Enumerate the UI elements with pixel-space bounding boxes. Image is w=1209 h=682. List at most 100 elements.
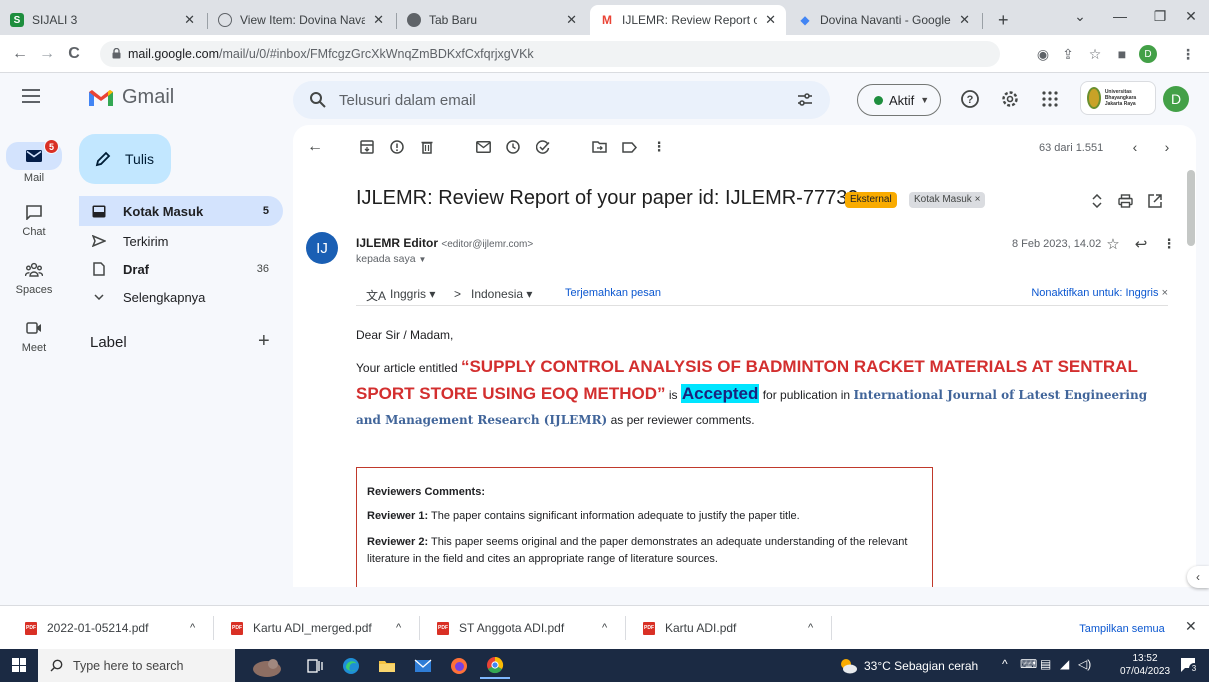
reload-icon[interactable]: C: [64, 44, 84, 64]
tab-ijlemr[interactable]: M IJLEMR: Review Report of yo ✕: [590, 5, 786, 35]
snooze-clock-icon[interactable]: [503, 137, 523, 157]
download-item[interactable]: PDF 2022-01-05214.pdf ^: [25, 614, 210, 642]
search-icon[interactable]: [309, 91, 327, 109]
gmail-logo[interactable]: Gmail: [88, 86, 174, 109]
firefox-icon[interactable]: [444, 653, 474, 679]
print-icon[interactable]: [1115, 191, 1135, 211]
nav-item-sent[interactable]: Terkirim: [79, 226, 283, 256]
minimize-icon[interactable]: —: [1100, 0, 1140, 32]
download-item[interactable]: PDF Kartu ADI.pdf ^: [643, 614, 828, 642]
message-more-icon[interactable]: ⋮: [1159, 234, 1179, 254]
nav-item-more[interactable]: Selengkapnya: [79, 282, 283, 312]
tab-sijali[interactable]: S SIJALI 3 ✕: [0, 5, 205, 35]
close-icon[interactable]: ×: [1162, 287, 1168, 299]
delete-icon[interactable]: [417, 137, 437, 157]
compose-button[interactable]: Tulis: [79, 134, 171, 184]
nav-item-inbox[interactable]: Kotak Masuk 5: [79, 196, 283, 226]
wifi-icon[interactable]: ◢: [1060, 657, 1069, 671]
chevron-up-icon[interactable]: ^: [190, 622, 195, 634]
browser-menu-icon[interactable]: ⋮: [1178, 44, 1198, 64]
show-hidden-icons-icon[interactable]: ^: [1002, 657, 1008, 671]
address-bar[interactable]: mail.google.com/mail/u/0/#inbox/FMfcgzGr…: [100, 41, 1000, 67]
tab-new-tab[interactable]: Tab Baru ✕: [397, 5, 587, 35]
download-item[interactable]: PDF ST Anggota ADI.pdf ^: [437, 614, 622, 642]
add-label-button[interactable]: +: [258, 330, 270, 353]
file-explorer-icon[interactable]: [372, 653, 402, 679]
main-menu-icon[interactable]: [22, 89, 40, 103]
add-to-tasks-icon[interactable]: [533, 137, 553, 157]
close-shelf-icon[interactable]: ✕: [1185, 618, 1197, 635]
tab-search-icon[interactable]: ⌄: [1060, 0, 1100, 32]
tab-google-scholar[interactable]: ◆ Dovina Navanti - Google Sch ✕: [788, 5, 980, 35]
tab-close-icon[interactable]: ✕: [765, 12, 776, 28]
apps-grid-icon[interactable]: [1038, 87, 1062, 111]
download-item[interactable]: PDF Kartu ADI_merged.pdf ^: [231, 614, 416, 642]
tab-view-item[interactable]: View Item: Dovina Navanti, H ✕: [208, 5, 394, 35]
account-avatar[interactable]: D: [1163, 86, 1189, 112]
nav-item-drafts[interactable]: Draf 36: [79, 254, 283, 284]
network-icon[interactable]: ▤: [1040, 657, 1051, 671]
chrome-taskbar-icon[interactable]: [480, 653, 510, 679]
windows-start-icon[interactable]: [12, 658, 26, 672]
help-icon[interactable]: ?: [958, 87, 982, 111]
move-to-folder-icon[interactable]: [589, 137, 609, 157]
tab-close-icon[interactable]: ✕: [184, 12, 195, 28]
side-panel-icon[interactable]: ■: [1112, 44, 1132, 64]
site-permissions-icon[interactable]: ◉: [1033, 44, 1053, 64]
chevron-up-icon[interactable]: ^: [602, 622, 607, 634]
chevron-up-icon[interactable]: ^: [808, 622, 813, 634]
scrollbar-thumb[interactable]: [1187, 170, 1195, 246]
chevron-up-icon[interactable]: ^: [396, 622, 401, 634]
share-icon[interactable]: ⇪: [1058, 44, 1078, 64]
edge-browser-icon[interactable]: [336, 653, 366, 679]
more-options-icon[interactable]: ⋮: [649, 137, 669, 157]
rail-chat[interactable]: Chat: [0, 200, 68, 238]
older-message-icon[interactable]: ›: [1157, 137, 1177, 157]
search-highlight-icon[interactable]: [244, 653, 290, 679]
touch-keyboard-icon[interactable]: ⌨: [1020, 657, 1037, 671]
show-all-downloads-button[interactable]: Tampilkan semua: [1069, 617, 1175, 641]
new-tab-button[interactable]: +: [988, 5, 1014, 35]
forward-icon[interactable]: →: [37, 44, 57, 64]
report-spam-icon[interactable]: [387, 137, 407, 157]
bookmark-star-icon[interactable]: ☆: [1085, 44, 1105, 64]
target-language-select[interactable]: Indonesia ▾: [471, 287, 532, 301]
back-icon[interactable]: ←: [10, 44, 30, 64]
mark-unread-icon[interactable]: [473, 137, 493, 157]
back-to-inbox-icon[interactable]: ←: [305, 137, 325, 157]
disable-translation-link[interactable]: Nonaktifkan untuk: Inggris ×: [1031, 287, 1168, 299]
profile-avatar[interactable]: D: [1138, 44, 1158, 64]
weather-widget[interactable]: 33°C Sebagian cerah: [838, 658, 978, 674]
label-tag-icon[interactable]: [619, 137, 639, 157]
tab-close-icon[interactable]: ✕: [373, 12, 384, 28]
rail-spaces[interactable]: Spaces: [0, 258, 68, 296]
expand-collapse-icon[interactable]: [1087, 191, 1107, 211]
notification-center-icon[interactable]: 3: [1180, 657, 1199, 673]
sender-name[interactable]: IJLEMR Editor: [356, 236, 438, 250]
side-panel-toggle-icon[interactable]: ‹: [1187, 566, 1209, 588]
newer-message-icon[interactable]: ‹: [1125, 137, 1145, 157]
source-language-select[interactable]: Inggris ▾: [390, 287, 435, 301]
status-selector[interactable]: Aktif ▼: [857, 84, 941, 116]
mail-search-bar[interactable]: Telusuri dalam email: [293, 81, 830, 119]
taskbar-search[interactable]: Type here to search: [38, 649, 235, 682]
archive-icon[interactable]: [357, 137, 377, 157]
star-icon[interactable]: ☆: [1103, 234, 1123, 254]
tab-close-icon[interactable]: ✕: [566, 12, 577, 28]
task-view-icon[interactable]: [300, 653, 330, 679]
rail-mail[interactable]: 5 Mail: [0, 139, 68, 184]
volume-icon[interactable]: ◁): [1078, 657, 1091, 671]
taskbar-clock[interactable]: 13:52 07/04/2023: [1120, 652, 1170, 678]
inbox-label-chip[interactable]: Kotak Masuk ×: [909, 192, 986, 208]
sender-avatar[interactable]: IJ: [306, 232, 338, 264]
search-filter-icon[interactable]: [796, 91, 814, 109]
settings-gear-icon[interactable]: [998, 87, 1022, 111]
recipient-details[interactable]: kepada saya ▼: [356, 253, 426, 265]
reply-icon[interactable]: ↩: [1131, 234, 1151, 254]
mail-app-icon[interactable]: [408, 653, 438, 679]
open-new-window-icon[interactable]: [1145, 191, 1165, 211]
rail-meet[interactable]: Meet: [0, 316, 68, 354]
translate-message-link[interactable]: Terjemahkan pesan: [565, 287, 661, 299]
tab-close-icon[interactable]: ✕: [959, 12, 970, 28]
close-window-icon[interactable]: ✕: [1171, 0, 1209, 32]
